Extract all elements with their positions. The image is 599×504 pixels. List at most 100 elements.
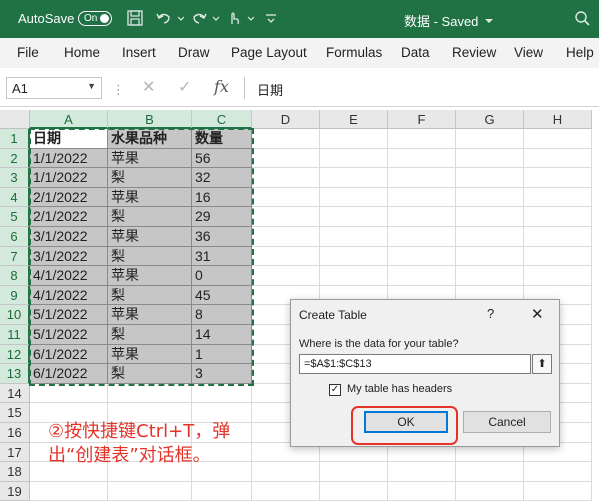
row-header-3[interactable]: 3 (0, 168, 30, 188)
cell-c10[interactable]: 8 (192, 305, 252, 325)
cell-c13[interactable]: 3 (192, 364, 252, 384)
cell-b12[interactable]: 苹果 (108, 344, 192, 365)
cell-f8[interactable] (388, 266, 456, 286)
cell-a8[interactable]: 4/1/2022 (30, 266, 108, 286)
cell-f4[interactable] (388, 187, 456, 208)
cell-f19[interactable] (388, 481, 456, 502)
row-header-14[interactable]: 14 (0, 383, 30, 404)
row-header-18[interactable]: 18 (0, 462, 30, 482)
cell-f2[interactable] (388, 148, 456, 169)
touch-dropdown-icon[interactable] (246, 9, 256, 27)
title-dropdown-icon[interactable] (484, 12, 494, 30)
cell-g6[interactable] (456, 227, 524, 247)
cell-d8[interactable] (252, 266, 320, 286)
cell-a3[interactable]: 1/1/2022 (30, 168, 108, 188)
cell-f1[interactable] (388, 129, 456, 149)
range-input[interactable]: =$A$1:$C$13 (299, 354, 531, 374)
row-header-15[interactable]: 15 (0, 403, 30, 423)
cell-c7[interactable]: 31 (192, 246, 252, 267)
cell-b19[interactable] (108, 481, 192, 502)
cell-d5[interactable] (252, 207, 320, 227)
tab-formulas[interactable]: Formulas (326, 45, 382, 60)
select-all-corner[interactable] (0, 110, 30, 129)
redo-icon[interactable] (190, 9, 208, 27)
row-header-2[interactable]: 2 (0, 148, 30, 169)
row-header-5[interactable]: 5 (0, 207, 30, 227)
cell-e1[interactable] (320, 129, 388, 149)
cell-b4[interactable]: 苹果 (108, 187, 192, 208)
cell-b9[interactable]: 梨 (108, 285, 192, 306)
cell-a4[interactable]: 2/1/2022 (30, 187, 108, 208)
cell-f7[interactable] (388, 246, 456, 267)
undo-icon[interactable] (155, 9, 173, 27)
row-header-19[interactable]: 19 (0, 481, 30, 502)
row-header-11[interactable]: 11 (0, 325, 30, 345)
cell-b3[interactable]: 梨 (108, 168, 192, 188)
cell-c2[interactable]: 56 (192, 148, 252, 169)
cell-b13[interactable]: 梨 (108, 364, 192, 384)
headers-checkbox[interactable]: ✓ (329, 384, 341, 396)
cell-e8[interactable] (320, 266, 388, 286)
cell-b5[interactable]: 梨 (108, 207, 192, 227)
cell-d4[interactable] (252, 187, 320, 208)
cell-b6[interactable]: 苹果 (108, 227, 192, 247)
close-icon[interactable]: ✕ (531, 305, 544, 323)
cell-g3[interactable] (456, 168, 524, 188)
row-header-17[interactable]: 17 (0, 442, 30, 463)
cell-h5[interactable] (524, 207, 592, 227)
cell-d7[interactable] (252, 246, 320, 267)
cell-c5[interactable]: 29 (192, 207, 252, 227)
cell-g18[interactable] (456, 462, 524, 482)
headers-checkbox-label[interactable]: My table has headers (347, 383, 452, 395)
cell-c4[interactable]: 16 (192, 187, 252, 208)
column-header-f[interactable]: F (388, 110, 456, 129)
autosave-toggle[interactable]: On (78, 11, 112, 26)
cancel-button[interactable]: Cancel (463, 411, 551, 433)
tab-data[interactable]: Data (401, 45, 430, 60)
cell-g7[interactable] (456, 246, 524, 267)
row-header-6[interactable]: 6 (0, 227, 30, 247)
cell-a12[interactable]: 6/1/2022 (30, 344, 108, 365)
cell-b1[interactable]: 水果品种 (108, 129, 192, 149)
tab-help[interactable]: Help (566, 45, 594, 60)
cell-g1[interactable] (456, 129, 524, 149)
row-header-7[interactable]: 7 (0, 246, 30, 267)
cancel-edit-icon[interactable]: ✕ (142, 77, 155, 97)
cell-e4[interactable] (320, 187, 388, 208)
cell-a2[interactable]: 1/1/2022 (30, 148, 108, 169)
row-header-13[interactable]: 13 (0, 364, 30, 384)
cell-b2[interactable]: 苹果 (108, 148, 192, 169)
cell-a10[interactable]: 5/1/2022 (30, 305, 108, 325)
row-header-8[interactable]: 8 (0, 266, 30, 286)
formula-input[interactable]: 日期 (244, 77, 599, 99)
cell-c9[interactable]: 45 (192, 285, 252, 306)
tab-draw[interactable]: Draw (178, 45, 210, 60)
cell-c12[interactable]: 1 (192, 344, 252, 365)
cell-e18[interactable] (320, 462, 388, 482)
column-header-e[interactable]: E (320, 110, 388, 129)
cell-a5[interactable]: 2/1/2022 (30, 207, 108, 227)
name-box-dropdown-icon[interactable]: ▼ (87, 81, 96, 91)
cell-f6[interactable] (388, 227, 456, 247)
tab-home[interactable]: Home (64, 45, 100, 60)
search-icon[interactable] (573, 9, 591, 27)
column-header-h[interactable]: H (524, 110, 592, 129)
cell-e5[interactable] (320, 207, 388, 227)
redo-dropdown-icon[interactable] (211, 9, 221, 27)
cell-f5[interactable] (388, 207, 456, 227)
cell-e6[interactable] (320, 227, 388, 247)
column-header-a[interactable]: A (30, 110, 108, 129)
cell-h18[interactable] (524, 462, 592, 482)
tab-page-layout[interactable]: Page Layout (231, 45, 307, 60)
cell-e19[interactable] (320, 481, 388, 502)
cell-d3[interactable] (252, 168, 320, 188)
row-header-9[interactable]: 9 (0, 285, 30, 306)
cell-e7[interactable] (320, 246, 388, 267)
tab-review[interactable]: Review (452, 45, 496, 60)
save-icon[interactable] (126, 9, 144, 27)
customize-toolbar-icon[interactable] (262, 9, 280, 27)
cell-a19[interactable] (30, 481, 108, 502)
cell-c8[interactable]: 0 (192, 266, 252, 286)
column-header-b[interactable]: B (108, 110, 192, 129)
cell-g4[interactable] (456, 187, 524, 208)
